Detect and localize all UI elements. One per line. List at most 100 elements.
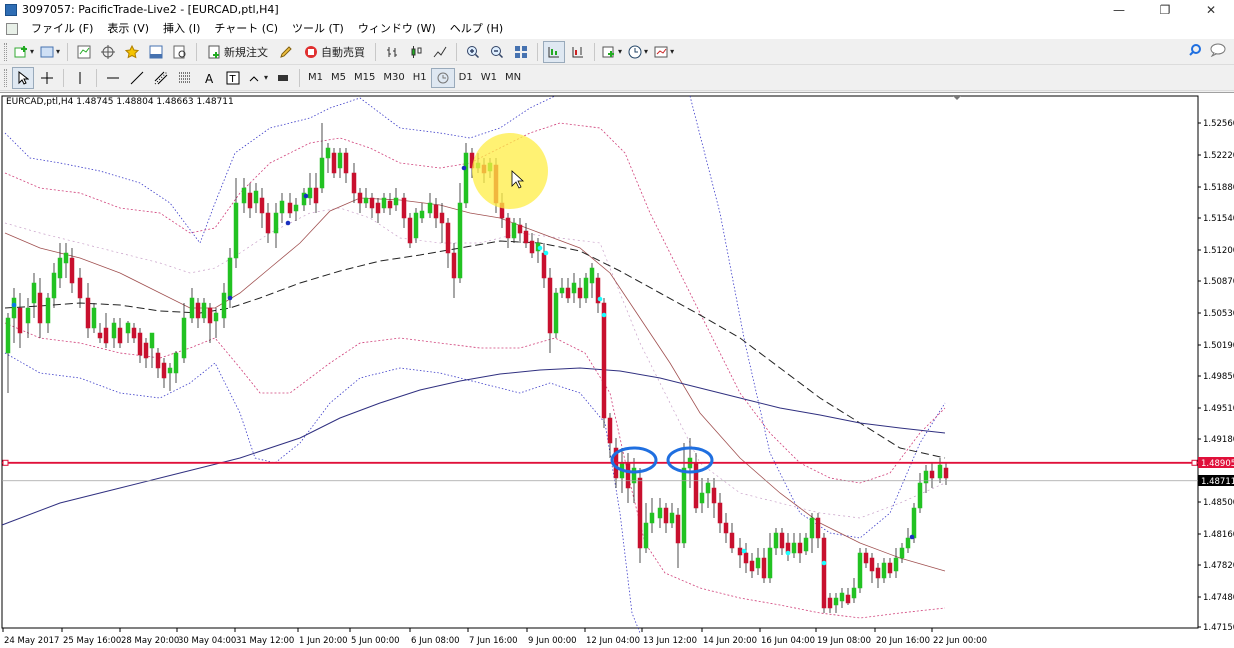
fibonacci-tool[interactable] xyxy=(174,67,196,89)
support-line-handle-right[interactable] xyxy=(1191,459,1198,466)
candle-body[interactable] xyxy=(233,202,239,259)
close-button[interactable]: ✕ xyxy=(1188,0,1234,19)
candlestick-chart-button[interactable] xyxy=(405,41,427,63)
candle-body[interactable] xyxy=(167,367,173,374)
candle-body[interactable] xyxy=(401,197,407,219)
candle-body[interactable] xyxy=(143,342,149,359)
candle-body[interactable] xyxy=(601,302,607,419)
candle-body[interactable] xyxy=(905,537,911,549)
candle-body[interactable] xyxy=(577,287,583,299)
channel-tool[interactable] xyxy=(150,67,172,89)
candle-body[interactable] xyxy=(5,317,11,354)
candle-body[interactable] xyxy=(529,240,535,254)
candle-body[interactable] xyxy=(857,552,863,589)
timeframe-m5[interactable]: M5 xyxy=(327,68,350,88)
new-chart-button[interactable]: ▾ xyxy=(12,41,36,63)
candle-body[interactable] xyxy=(155,352,161,369)
candle-body[interactable] xyxy=(433,204,439,219)
candle-body[interactable] xyxy=(103,327,109,344)
candle-body[interactable] xyxy=(559,287,565,294)
candle-body[interactable] xyxy=(325,147,331,159)
candle-body[interactable] xyxy=(195,302,201,319)
candle-body[interactable] xyxy=(427,202,433,214)
candle-body[interactable] xyxy=(221,292,227,319)
candle-body[interactable] xyxy=(69,257,75,284)
candle-body[interactable] xyxy=(717,502,723,524)
candle-body[interactable] xyxy=(705,482,711,494)
crosshair-tool[interactable] xyxy=(36,67,58,89)
candle-body[interactable] xyxy=(675,514,681,544)
candle-body[interactable] xyxy=(125,322,131,334)
templates-button[interactable]: ▾ xyxy=(652,41,676,63)
cursor-tool[interactable] xyxy=(12,66,34,89)
candle-body[interactable] xyxy=(31,282,37,304)
candle-body[interactable] xyxy=(851,587,857,599)
candle-body[interactable] xyxy=(791,542,797,554)
plot-area[interactable] xyxy=(1,95,1199,629)
auto-scroll-button[interactable] xyxy=(543,40,566,63)
candle-body[interactable] xyxy=(809,517,815,539)
support-line-handle-left[interactable] xyxy=(2,459,9,466)
candle-body[interactable] xyxy=(887,562,893,574)
timeframe-m1[interactable]: M1 xyxy=(304,68,327,88)
candle-body[interactable] xyxy=(625,462,631,489)
candle-body[interactable] xyxy=(161,362,167,379)
candle-body[interactable] xyxy=(407,217,413,244)
candle-body[interactable] xyxy=(565,287,571,299)
trendline-tool[interactable] xyxy=(126,67,148,89)
text-tool[interactable]: A xyxy=(198,67,220,89)
candle-body[interactable] xyxy=(375,202,381,214)
timeframe-h1[interactable]: H1 xyxy=(409,68,431,88)
candle-body[interactable] xyxy=(387,200,393,209)
candle-body[interactable] xyxy=(279,200,285,214)
candle-body[interactable] xyxy=(571,282,577,294)
navigator-button[interactable] xyxy=(121,41,143,63)
timeframe-d1[interactable]: D1 xyxy=(455,68,477,88)
timeframe-m15[interactable]: M15 xyxy=(350,68,379,88)
candle-body[interactable] xyxy=(517,224,523,234)
timeframe-h4[interactable] xyxy=(430,67,455,88)
candle-body[interactable] xyxy=(331,152,337,174)
price-chart[interactable]: 1.52560 1.52220 1.51880 1.51540 1.51200 1.508… xyxy=(0,93,1234,648)
candle-body[interactable] xyxy=(351,172,357,194)
candle-body[interactable] xyxy=(111,322,117,339)
candle-body[interactable] xyxy=(663,507,669,524)
candle-body[interactable] xyxy=(911,507,917,539)
candle-body[interactable] xyxy=(749,560,755,572)
new-order-button[interactable]: 新規注文 xyxy=(202,41,273,63)
vertical-line-tool[interactable] xyxy=(69,67,91,89)
candle-body[interactable] xyxy=(393,197,399,206)
candle-body[interactable] xyxy=(917,482,923,509)
menu-window[interactable]: ウィンドウ (W) xyxy=(351,19,443,39)
timeframe-mn[interactable]: MN xyxy=(501,68,525,88)
zoom-out-button[interactable] xyxy=(486,41,508,63)
candle-body[interactable] xyxy=(207,307,213,324)
candle-body[interactable] xyxy=(657,507,663,519)
candle-body[interactable] xyxy=(173,352,179,374)
candle-body[interactable] xyxy=(253,190,259,204)
candle-body[interactable] xyxy=(845,594,851,604)
strategy-tester-button[interactable] xyxy=(169,41,191,63)
candle-body[interactable] xyxy=(247,192,253,209)
chart-shift-button[interactable] xyxy=(567,41,589,63)
candle-body[interactable] xyxy=(761,557,767,579)
candle-body[interactable] xyxy=(313,187,319,204)
rectangle-tool[interactable] xyxy=(272,67,294,89)
candle-body[interactable] xyxy=(541,252,547,279)
indicators-button[interactable]: ▾ xyxy=(600,41,624,63)
candle-body[interactable] xyxy=(773,532,779,549)
candle-body[interactable] xyxy=(85,297,91,329)
candle-body[interactable] xyxy=(117,327,123,344)
candle-body[interactable] xyxy=(923,470,929,484)
candle-body[interactable] xyxy=(57,257,63,279)
horizontal-line-tool[interactable] xyxy=(102,67,124,89)
timeframe-m30[interactable]: M30 xyxy=(379,68,408,88)
candle-body[interactable] xyxy=(25,307,31,324)
candle-body[interactable] xyxy=(77,277,83,299)
candle-body[interactable] xyxy=(11,297,17,319)
candle-body[interactable] xyxy=(97,332,103,339)
candle-body[interactable] xyxy=(357,192,363,204)
candle-body[interactable] xyxy=(875,567,881,579)
bar-chart-button[interactable] xyxy=(381,41,403,63)
arrows-tool[interactable]: ▾ xyxy=(246,67,270,89)
